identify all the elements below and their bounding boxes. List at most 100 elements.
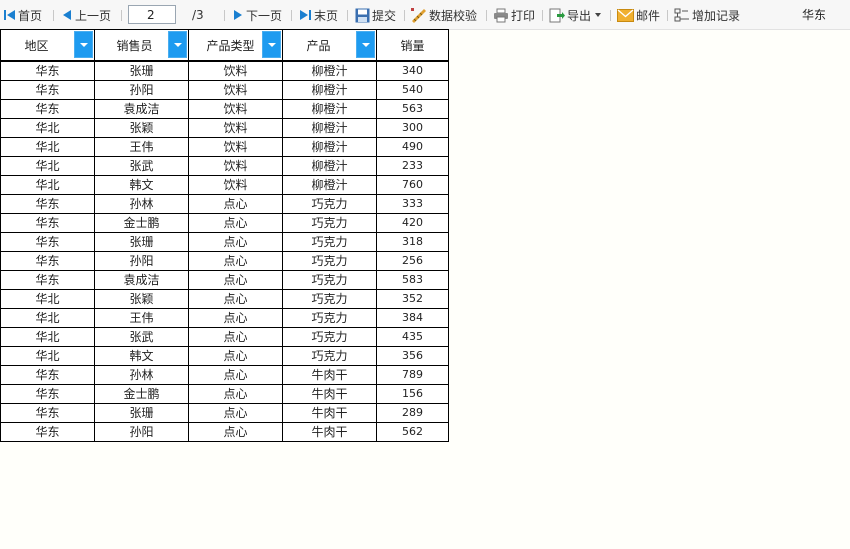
cell-region: 华东 [0, 251, 95, 271]
cell-sales-volume: 156 [376, 384, 449, 404]
save-icon [355, 8, 370, 22]
cell-sales-volume: 352 [376, 289, 449, 309]
filter-dropdown-button[interactable] [74, 31, 93, 58]
toolbar-divider [667, 10, 668, 21]
cell-product: 巧克力 [282, 270, 377, 290]
report-toolbar: 首页 上一页 /3 下一页 末页 提交 数据校验 打印 导出 邮件 [0, 0, 850, 30]
next-page-label: 下一页 [246, 8, 283, 23]
last-page-button[interactable]: 末页 [299, 0, 338, 30]
cell-product: 巧克力 [282, 289, 377, 309]
prev-page-button[interactable]: 上一页 [61, 0, 111, 30]
table-row: 华北 张颖 点心 巧克力 352 [0, 289, 449, 309]
next-page-button[interactable]: 下一页 [232, 0, 282, 30]
cell-sales-volume: 384 [376, 308, 449, 328]
cell-region: 华东 [0, 60, 95, 81]
cell-sales-volume: 356 [376, 346, 449, 366]
table-row: 华东 张珊 点心 巧克力 318 [0, 232, 449, 252]
column-header-label: 销量 [400, 38, 425, 53]
cell-sales-volume: 256 [376, 251, 449, 271]
mail-button[interactable]: 邮件 [617, 0, 660, 30]
export-label: 导出 [567, 8, 592, 23]
cell-product-type: 点心 [188, 289, 283, 309]
table-body: 华东 张珊 饮料 柳橙汁 340 华东 孙阳 饮料 柳橙汁 540 华东 袁成洁 饮料 柳橙汁 563 华北张… [0, 60, 449, 442]
validate-label: 数据校验 [429, 8, 478, 23]
table-row: 华东 孙阳 点心 牛肉干 562 [0, 422, 449, 442]
cell-region: 华东 [0, 403, 95, 423]
toolbar-divider [542, 10, 543, 21]
table-row: 华东 金士鹏 点心 牛肉干 156 [0, 384, 449, 404]
table-row: 华东 孙阳 点心 巧克力 256 [0, 251, 449, 271]
cell-salesperson: 孙阳 [94, 422, 189, 442]
add-record-button[interactable]: 增加记录 [674, 0, 740, 30]
cell-product: 牛肉干 [282, 365, 377, 385]
toolbar-divider [121, 10, 122, 21]
cell-product-type: 点心 [188, 346, 283, 366]
cell-salesperson: 张武 [94, 327, 189, 347]
table-row: 华东 孙林 点心 巧克力 333 [0, 194, 449, 214]
cell-product-type: 点心 [188, 213, 283, 233]
cell-sales-volume: 760 [376, 175, 449, 195]
cell-product: 柳橙汁 [282, 118, 377, 138]
ruler-pencil-icon [411, 7, 426, 23]
cell-product: 巧克力 [282, 232, 377, 252]
validate-button[interactable]: 数据校验 [411, 0, 477, 30]
cell-product-type: 点心 [188, 194, 283, 214]
submit-button[interactable]: 提交 [355, 0, 396, 30]
cell-region: 华东 [0, 422, 95, 442]
table-row: 华北 张武 点心 巧克力 435 [0, 327, 449, 347]
table-row: 华北 王伟 饮料 柳橙汁 490 [0, 137, 449, 157]
cell-product: 巧克力 [282, 308, 377, 328]
first-page-label: 首页 [18, 8, 43, 23]
cell-sales-volume: 318 [376, 232, 449, 252]
cell-product-type: 饮料 [188, 80, 283, 100]
table-row: 华东 张珊 点心 牛肉干 289 [0, 403, 449, 423]
print-button[interactable]: 打印 [493, 0, 535, 30]
cell-sales-volume: 233 [376, 156, 449, 176]
cell-product-type: 点心 [188, 365, 283, 385]
sales-report-table: 地区 销售员 产品类型 产品 销量 华东 张珊 饮料 柳橙汁 340 华东 孙阳 饮料 柳橙汁 5… [0, 29, 449, 442]
cell-salesperson: 金士鹏 [94, 384, 189, 404]
table-row: 华北 张武 饮料 柳橙汁 233 [0, 156, 449, 176]
toolbar-divider [347, 10, 348, 21]
cell-region: 华北 [0, 118, 95, 138]
toolbar-divider [486, 10, 487, 21]
cell-product-type: 点心 [188, 422, 283, 442]
region-parameter-label: 华东 [802, 8, 827, 22]
column-header-salesperson: 销售员 [94, 29, 189, 62]
cell-region: 华东 [0, 99, 95, 119]
last-page-label: 末页 [314, 8, 339, 23]
cell-product: 柳橙汁 [282, 80, 377, 100]
cell-region: 华北 [0, 308, 95, 328]
column-header-product: 产品 [282, 29, 377, 62]
cell-sales-volume: 789 [376, 365, 449, 385]
cell-product: 柳橙汁 [282, 156, 377, 176]
dropdown-arrow-icon [595, 13, 602, 17]
filter-dropdown-button[interactable] [168, 31, 187, 58]
cell-region: 华北 [0, 175, 95, 195]
filter-dropdown-button[interactable] [356, 31, 375, 58]
toolbar-divider [224, 10, 225, 21]
column-header-label: 销售员 [116, 38, 153, 53]
filter-dropdown-button[interactable] [262, 31, 281, 58]
header-row: 地区 销售员 产品类型 产品 销量 [0, 29, 449, 62]
cell-sales-volume: 435 [376, 327, 449, 347]
first-page-button[interactable]: 首页 [3, 0, 42, 30]
cell-product-type: 饮料 [188, 137, 283, 157]
toolbar-divider [291, 10, 292, 21]
cell-product-type: 点心 [188, 327, 283, 347]
cell-salesperson: 孙阳 [94, 251, 189, 271]
cell-region: 华东 [0, 270, 95, 290]
export-icon [549, 8, 565, 22]
export-button[interactable]: 导出 [549, 0, 604, 30]
cell-salesperson: 韩文 [94, 346, 189, 366]
column-header-product-type: 产品类型 [188, 29, 283, 62]
cell-region: 华东 [0, 80, 95, 100]
cell-product-type: 点心 [188, 384, 283, 404]
cell-region: 华北 [0, 289, 95, 309]
cell-region: 华北 [0, 327, 95, 347]
cell-product-type: 点心 [188, 270, 283, 290]
page-number-input[interactable] [128, 5, 176, 24]
cell-region: 华北 [0, 156, 95, 176]
cell-region: 华东 [0, 194, 95, 214]
cell-sales-volume: 562 [376, 422, 449, 442]
